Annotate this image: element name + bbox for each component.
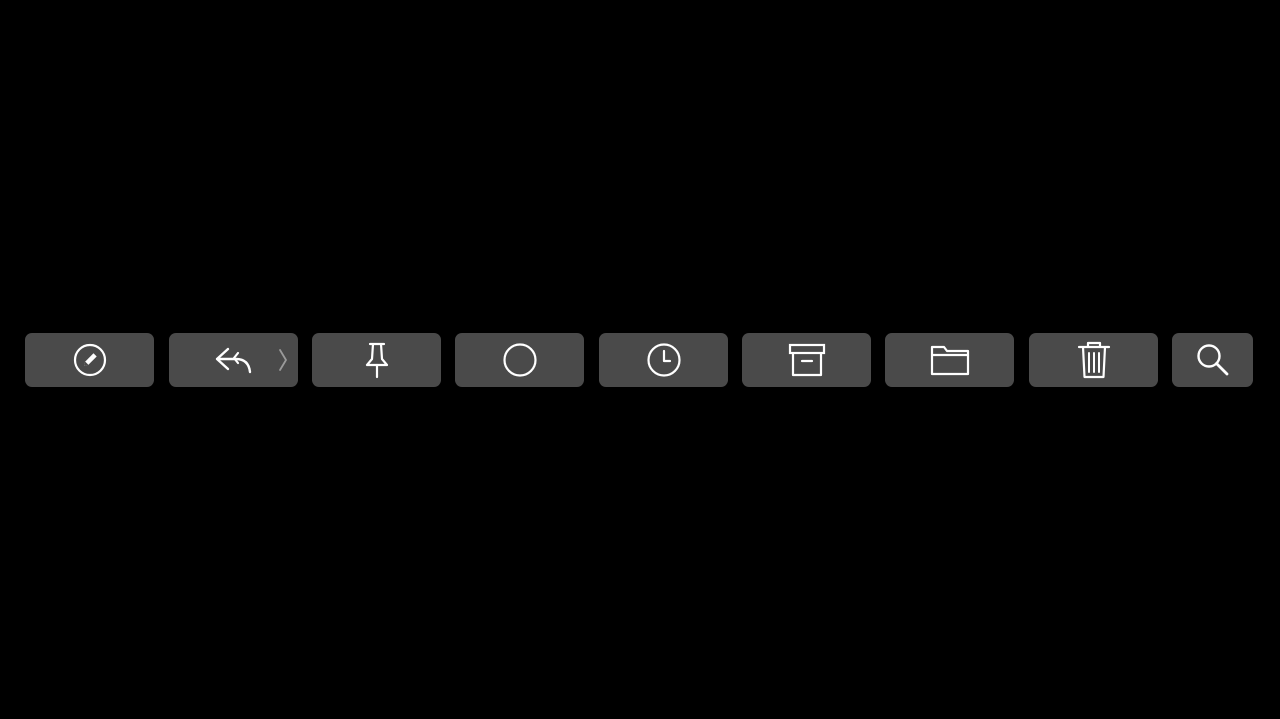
clock-icon [646, 343, 681, 377]
compose-button[interactable] [25, 333, 154, 387]
reply-button[interactable] [169, 333, 298, 387]
archive-icon [788, 343, 825, 377]
trash-icon [1077, 341, 1110, 379]
chevron-right-icon [279, 349, 287, 371]
circle-icon [502, 343, 537, 377]
touch-bar [25, 333, 1253, 387]
archive-button[interactable] [742, 333, 871, 387]
pin-icon [365, 342, 388, 379]
trash-button[interactable] [1029, 333, 1158, 387]
search-button[interactable] [1172, 333, 1253, 387]
pin-button[interactable] [312, 333, 441, 387]
remind-button[interactable] [599, 333, 728, 387]
move-to-folder-button[interactable] [885, 333, 1014, 387]
reply-icon [215, 347, 251, 374]
compose-icon [73, 343, 106, 377]
mark-unread-button[interactable] [455, 333, 584, 387]
search-icon [1196, 344, 1228, 376]
folder-icon [930, 345, 969, 376]
